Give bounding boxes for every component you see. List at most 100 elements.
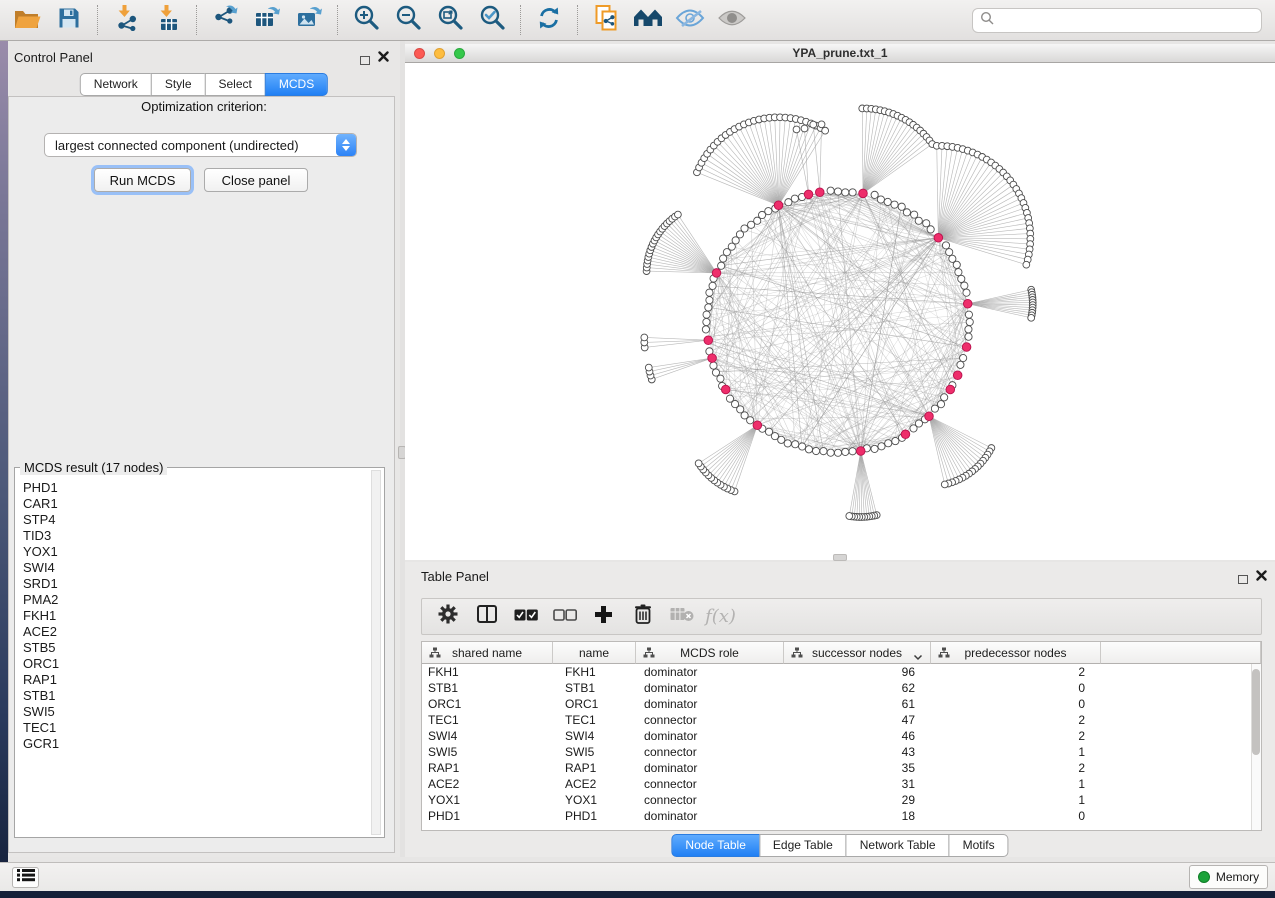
criterion-dropdown[interactable]: largest connected component (undirected) [44,133,357,157]
tab-network[interactable]: Network [80,73,152,96]
table-cell: TEC1 [553,713,636,727]
mcds-result-item[interactable]: PHD1 [23,480,366,496]
float-window-icon[interactable] [360,52,370,70]
zoom-out-button[interactable] [387,3,429,37]
table-cell: 29 [784,793,931,807]
control-panel: Control Panel Network Style Select MCDS … [8,41,400,857]
refresh-button[interactable] [528,3,570,37]
export-image-button[interactable] [288,3,330,37]
table-row[interactable]: PHD1PHD1dominator180 [422,808,1261,824]
search-box [972,8,1262,33]
maximize-window-icon[interactable] [454,48,465,59]
mcds-result-item[interactable]: SRD1 [23,576,366,592]
column-header-successor-nodes[interactable]: successor nodes [784,642,931,664]
hide-selected-button[interactable] [669,3,711,37]
close-window-icon[interactable] [414,48,425,59]
export-table-button[interactable] [246,3,288,37]
zoom-in-button[interactable] [345,3,387,37]
column-header-name[interactable]: name [553,642,636,664]
close-table-panel-icon[interactable] [1256,570,1267,581]
clone-network-button[interactable] [585,3,627,37]
table-panel-tabs: Node Table Edge Table Network Table Moti… [671,834,1008,857]
table-row[interactable]: ACE2ACE2connector311 [422,776,1261,792]
table-row[interactable]: ORC1ORC1dominator610 [422,696,1261,712]
table-scrollbar[interactable] [1251,664,1261,830]
mcds-result-item[interactable]: SWI4 [23,560,366,576]
float-table-panel-icon[interactable] [1238,571,1248,589]
toolbar-separator [520,5,521,35]
table-row[interactable]: STB1STB1dominator620 [422,680,1261,696]
close-panel-button[interactable]: Close panel [204,168,308,192]
tab-select[interactable]: Select [205,73,266,96]
zoom-fit-icon [437,4,464,36]
mcds-result-item[interactable]: RAP1 [23,672,366,688]
column-header-mcds-role[interactable]: MCDS role [636,642,784,664]
tab-motifs[interactable]: Motifs [949,834,1009,857]
mcds-result-item[interactable]: SWI5 [23,704,366,720]
import-network-button[interactable] [105,3,147,37]
zoom-fit-button[interactable] [429,3,471,37]
close-panel-icon[interactable] [378,51,389,62]
mcds-result-item[interactable]: TID3 [23,528,366,544]
mcds-result-list[interactable]: PHD1CAR1STP4TID3YOX1SWI4SRD1PMA2FKH1ACE2… [23,480,366,833]
tab-edge-table[interactable]: Edge Table [759,834,847,857]
table-row[interactable]: FKH1FKH1dominator962 [422,664,1261,680]
network-window-titlebar[interactable]: YPA_prune.txt_1 [405,44,1275,63]
show-all-button[interactable] [711,3,753,37]
export-network-button[interactable] [204,3,246,37]
mcds-result-item[interactable]: STB5 [23,640,366,656]
table-toolbar: f(x) [421,598,1262,635]
table-row[interactable]: RAP1RAP1dominator352 [422,760,1261,776]
table-row[interactable]: SWI5SWI5connector431 [422,744,1261,760]
tab-node-table[interactable]: Node Table [671,834,760,857]
mcds-result-item[interactable]: GCR1 [23,736,366,752]
mcds-result-item[interactable]: CAR1 [23,496,366,512]
node-table-body[interactable]: FKH1FKH1dominator962STB1STB1dominator620… [422,664,1261,824]
table-row[interactable]: YOX1YOX1connector291 [422,792,1261,808]
mcds-result-item[interactable]: ORC1 [23,656,366,672]
table-row[interactable]: TEC1TEC1connector472 [422,712,1261,728]
mcds-result-item[interactable]: ACE2 [23,624,366,640]
table-cell: 2 [931,713,1101,727]
table-cell: ACE2 [422,777,553,791]
list-icon [17,868,35,887]
tab-network-table[interactable]: Network Table [846,834,950,857]
open-file-button[interactable] [6,3,48,37]
memory-button[interactable]: Memory [1189,865,1268,889]
table-split-view-button[interactable] [467,602,506,632]
mcds-result-item[interactable]: STB1 [23,688,366,704]
optimization-criterion-label: Optimization criterion: [8,99,400,114]
mcds-result-item[interactable]: FKH1 [23,608,366,624]
zoom-selected-button[interactable] [471,3,513,37]
run-mcds-button[interactable]: Run MCDS [94,168,191,192]
window-controls [414,48,465,59]
mcds-result-item[interactable]: TEC1 [23,720,366,736]
mcds-result-item[interactable]: STP4 [23,512,366,528]
column-header-shared-name[interactable]: shared name [422,642,553,664]
table-settings-button[interactable] [428,602,467,632]
create-column-button[interactable] [584,602,623,632]
table-cell: connector [636,793,784,807]
search-input[interactable] [995,11,1261,31]
tab-style[interactable]: Style [151,73,206,96]
table-scrollbar-thumb[interactable] [1252,669,1260,755]
tab-mcds[interactable]: MCDS [265,73,328,96]
horizontal-splitter-handle[interactable] [833,554,847,561]
toolbar-separator [577,5,578,35]
import-table-button[interactable] [147,3,189,37]
network-view[interactable] [405,63,1275,560]
select-all-rows-button[interactable] [506,602,545,632]
mcds-result-item[interactable]: PMA2 [23,592,366,608]
network-graph [405,63,1275,560]
mcds-result-item[interactable]: YOX1 [23,544,366,560]
save-session-button[interactable] [48,3,90,37]
mcds-list-scrollbar[interactable] [371,470,381,835]
table-cell: 31 [784,777,931,791]
first-neighbors-button[interactable] [627,3,669,37]
column-header-predecessor-nodes[interactable]: predecessor nodes [931,642,1101,664]
deselect-all-rows-button[interactable] [545,602,584,632]
delete-column-button[interactable] [623,602,662,632]
table-row[interactable]: SWI4SWI4dominator462 [422,728,1261,744]
minimize-window-icon[interactable] [434,48,445,59]
task-history-button[interactable] [12,867,39,888]
